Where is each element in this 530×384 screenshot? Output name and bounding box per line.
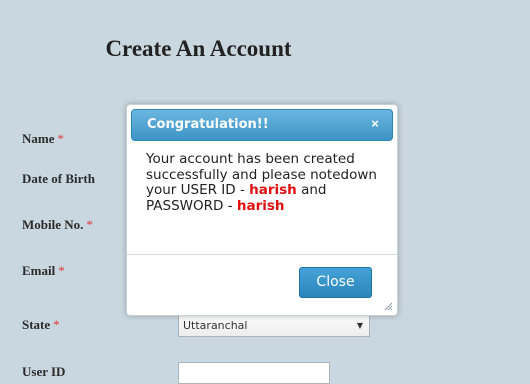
dropdown-arrow-icon: ▼ (356, 321, 363, 330)
required-marker: * (58, 263, 65, 278)
email-label-text: Email (22, 263, 56, 278)
dialog-message: Your account has been created successful… (146, 151, 380, 214)
required-marker: * (53, 317, 60, 332)
required-marker: * (57, 131, 65, 146)
email-label: Email * (22, 263, 65, 279)
userid-label-text: User ID (22, 364, 66, 379)
userid-label: User ID (22, 364, 65, 380)
mobile-label: Mobile No. * (22, 217, 93, 233)
dialog-divider (127, 254, 397, 255)
dialog-title: Congratulation!! (147, 117, 269, 132)
close-button[interactable]: Close (299, 267, 372, 298)
close-icon[interactable]: × (368, 116, 382, 132)
userid-input[interactable] (178, 362, 330, 384)
page-title: Create An Account (105, 36, 292, 61)
success-dialog: Congratulation!! × Your account has been… (126, 104, 398, 316)
required-marker: * (86, 217, 93, 232)
name-label-text: Name (22, 131, 55, 146)
state-label-text: State (22, 317, 51, 332)
dob-label-text: Date of Birth (22, 171, 95, 186)
mobile-label-text: Mobile No. (22, 217, 84, 232)
state-select-value: Uttaranchal (183, 319, 248, 332)
user-id-value: harish (249, 182, 297, 198)
state-select[interactable]: Uttaranchal ▼ (178, 315, 370, 337)
dob-label: Date of Birth (22, 171, 95, 187)
name-label: Name * (22, 131, 64, 147)
password-value: harish (236, 197, 285, 214)
dialog-titlebar[interactable]: Congratulation!! × (131, 109, 393, 141)
state-label: State * (22, 317, 60, 333)
resize-handle-icon[interactable] (384, 302, 393, 311)
